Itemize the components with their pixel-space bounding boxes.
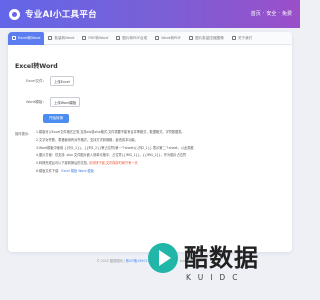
tab-batch-to-word[interactable]: 批量转Word [44,32,78,45]
tab-label: Word转PDF [161,35,182,40]
file-icon [12,36,16,40]
watermark-text: 酷数据 [184,244,259,272]
site-logo[interactable] [9,8,20,20]
file-icon [82,36,87,40]
nav-sep: · [278,10,280,16]
tip-item: 3.Word模板中使用 {{列1_1}}，{{列1_2}}等占位符(第一个she… [36,145,286,153]
tab-label: 关于我们 [237,35,253,40]
tab-label: 图片转PDF合成 [122,35,148,40]
nav-sep: · [262,10,265,16]
template-download-link[interactable]: Excel 模板 Word 模板 [61,169,93,173]
tip-text: 2.文字对齐数，表格使用有对齐格式，支持方式转换格，最低成本功能。 [36,137,138,142]
tab-about[interactable]: 关于我们 [228,32,256,45]
tip-item: 6.模板文件下载：Excel 模板 Word 模板 [36,168,286,176]
tip-item: 5.转换完成后可以下载转换后的文档, 请尽快下载,文件保存时间只有一天 [36,160,286,168]
image-icon [116,36,121,40]
tip-text: 1.模板可以Excel文件格式正常,支持xls或xlsx格式,文件需要不能有合并… [36,130,185,134]
tab-label: 图片批量压缩图像 [195,35,224,40]
tool-tabs: Excel转Word 批量转Word PDF转Word 图片转PDF合成 Wor… [8,32,292,45]
tip-text: 4.图片方面：仅支持 .xlsx 文件图片嵌入到单元格中，占位符{{IMG_1}… [36,153,187,158]
file-icon [48,36,53,40]
tip-warning: 请尽快下载,文件保存时间只有一天 [88,161,138,166]
tips-title: 操作提示： [15,132,32,136]
tool-title: Excel转Word [15,63,58,70]
tab-pdf-to-word[interactable]: PDF转Word [78,32,112,45]
tool-card: Excel转Word 批量转Word PDF转Word 图片转PDF合成 Wor… [8,32,292,252]
logo-dot [12,11,17,17]
tip-text: 5.转换完成后可以下载转换后的文档, [36,161,89,166]
word-template-label: Word模板： [26,99,47,104]
top-header: 专业AI小工具平台 首页 · 安全 · 免费 [0,0,300,28]
info-icon [231,36,236,40]
upload-word-template-button[interactable]: 上传Word模板 [50,97,81,107]
tab-label: PDF转Word [88,35,109,40]
watermark-subtext: KUIDC [186,273,245,282]
tip-item: 4.图片方面：仅支持 .xlsx 文件图片嵌入到单元格中，占位符{{IMG_1}… [36,152,286,160]
nav-free[interactable]: 免费 [282,10,292,17]
site-title[interactable]: 专业AI小工具平台 [25,8,97,20]
excel-upload-row: Excel文件： 上传Excel [26,76,74,86]
nav-home[interactable]: 首页 [251,10,261,17]
tip-item: 2.文字对齐数，表格使用有对齐格式，支持方式转换格，最低成本功能。 [36,137,286,145]
tip-text: 6.模板文件下载： [36,168,62,173]
start-convert-button[interactable]: 开始转换 [43,114,69,123]
upload-excel-button[interactable]: 上传Excel [50,76,74,86]
tab-excel-to-word[interactable]: Excel转Word [8,32,45,45]
footer-copyright: © 2025 酷数据网 | [96,259,125,263]
tab-label: Excel转Word [18,35,41,40]
word-upload-row: Word模板： 上传Word模板 [26,97,81,107]
tab-image-to-pdf[interactable]: 图片转PDF合成 [112,32,151,45]
watermark-play-icon [148,243,178,273]
image-icon [189,36,194,40]
top-nav: 首页 · 安全 · 免费 [251,10,292,17]
tab-label: 批量转Word [54,35,75,40]
tab-image-compress[interactable]: 图片批量压缩图像 [185,32,228,45]
nav-safe[interactable]: 安全 [266,10,276,17]
play-icon [159,250,171,266]
tab-word-to-pdf[interactable]: Word转PDF [151,32,185,45]
tips-list: 1.模板可以Excel文件格式正常,支持xls或xlsx格式,文件需要不能有合并… [36,129,286,176]
file-icon [155,36,160,40]
tip-text: 3.Word模板中使用 {{列1_1}}，{{列1_2}}等占位符(第一个she… [36,145,194,150]
tip-item: 1.模板可以Excel文件格式正常,支持xls或xlsx格式,文件需要不能有合并… [36,129,286,137]
excel-file-label: Excel文件： [26,78,47,83]
